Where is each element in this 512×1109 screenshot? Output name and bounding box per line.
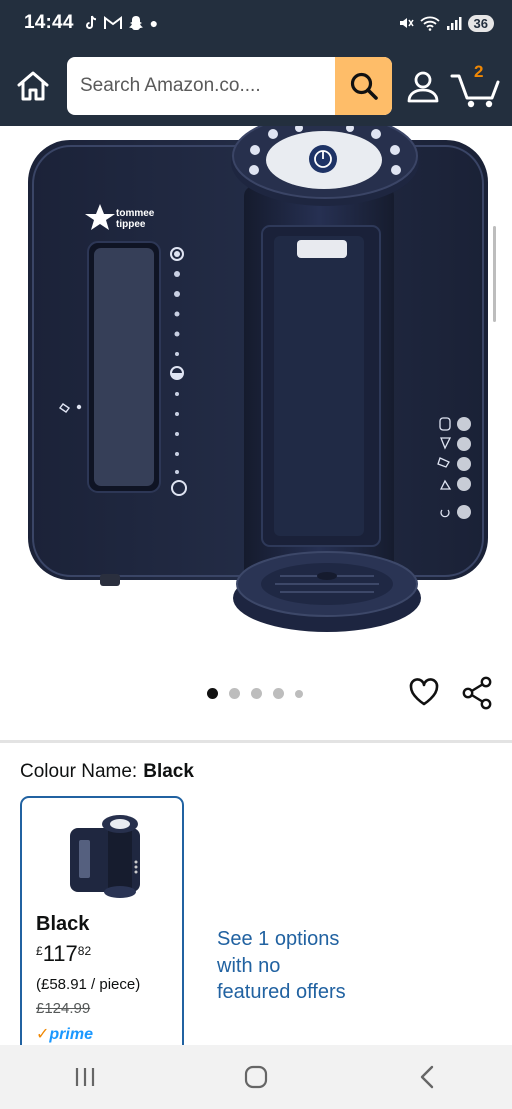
home-nav-button[interactable] [226, 1055, 286, 1099]
battery-indicator: 36 [467, 14, 494, 32]
system-navigation-bar [0, 1045, 512, 1109]
app-header: 2 [0, 46, 512, 126]
product-image[interactable]: tommee tippee [0, 113, 512, 666]
swatch-price: £ 117 82 [36, 941, 91, 967]
snapchat-icon [128, 16, 143, 30]
image-pagination[interactable] [207, 688, 303, 699]
search-icon [350, 72, 378, 100]
price-whole: 117 [42, 941, 78, 966]
gmail-icon [103, 16, 122, 29]
share-icon [462, 676, 492, 710]
share-button[interactable] [461, 676, 493, 710]
add-to-wishlist-button[interactable] [408, 676, 440, 708]
system-icons: 36 [398, 14, 494, 32]
recent-apps-icon [76, 1068, 95, 1086]
variation-label: Colour Name: Black [20, 761, 194, 783]
pagination-dot-1[interactable] [207, 688, 218, 699]
search-button[interactable] [335, 57, 392, 115]
recent-apps-button[interactable] [55, 1055, 115, 1099]
pagination-dot-2[interactable] [229, 688, 240, 699]
dot-icon: ● [149, 15, 159, 31]
account-icon [407, 71, 439, 103]
see-offers-link[interactable]: See 1 options with no featured offers [217, 926, 357, 1006]
pagination-dot-5[interactable] [295, 689, 303, 698]
list-price: £124.99 [36, 1000, 91, 1017]
prime-badge: ✓prime [36, 1024, 93, 1044]
back-icon [420, 1065, 433, 1089]
swatch-thumbnail [70, 815, 140, 898]
wifi-icon [419, 16, 440, 31]
heart-icon [409, 678, 439, 706]
svg-text:tommee: tommee [116, 208, 155, 219]
home-button[interactable] [14, 67, 52, 105]
search-input[interactable] [67, 57, 335, 115]
home-icon [17, 71, 49, 101]
prime-label: prime [49, 1026, 93, 1043]
variation-selected-value: Black [143, 761, 194, 782]
prime-check-icon: ✓ [36, 1026, 50, 1043]
notification-icons: ● [84, 15, 158, 31]
swatch-name: Black [36, 913, 90, 935]
search-bar[interactable] [67, 57, 392, 115]
home-nav-icon [244, 1065, 268, 1089]
status-bar: 14:44 ● 36 [0, 0, 512, 46]
signal-icon [446, 17, 462, 30]
mute-icon [399, 18, 414, 28]
cart-button[interactable]: 2 [450, 62, 504, 110]
account-button[interactable] [403, 66, 443, 106]
price-symbol: £ [36, 944, 43, 958]
tiktok-icon [85, 15, 96, 29]
cart-count-badge: 2 [474, 62, 484, 81]
variation-label-text: Colour Name: [20, 761, 138, 782]
status-time: 14:44 [24, 12, 74, 33]
pagination-dot-4[interactable] [273, 688, 284, 699]
back-button[interactable] [397, 1055, 457, 1099]
price-fraction: 82 [77, 944, 92, 958]
product-image-gallery[interactable]: tommee tippee [0, 113, 512, 666]
pagination-dot-3[interactable] [251, 688, 262, 699]
section-divider [0, 740, 512, 743]
colour-swatch-black[interactable]: Black £ 117 82 (£58.91 / piece) £124.99 … [20, 796, 184, 1056]
svg-text:tippee: tippee [116, 219, 146, 230]
scrollbar[interactable] [493, 226, 496, 322]
unit-price: (£58.91 / piece) [36, 976, 141, 993]
